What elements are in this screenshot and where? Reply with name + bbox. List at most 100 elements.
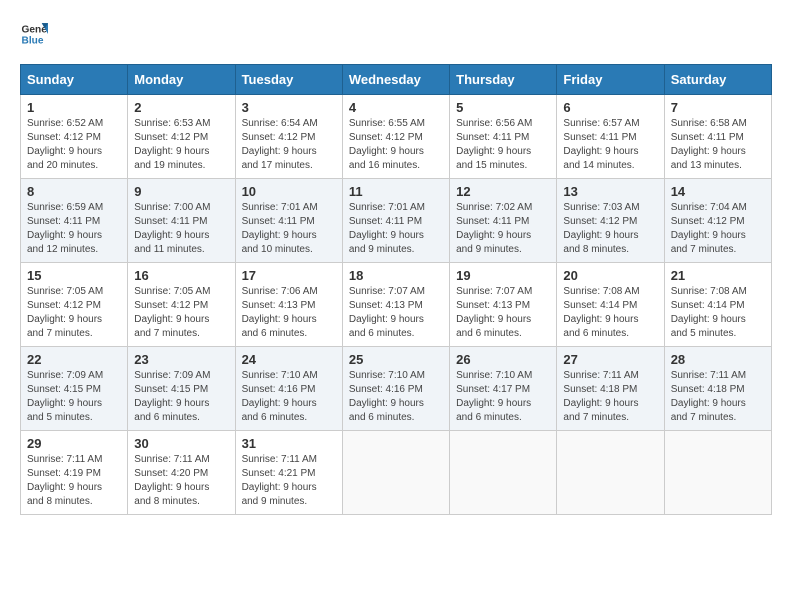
day-number: 20 (563, 268, 657, 283)
day-info: Sunrise: 7:07 AMSunset: 4:13 PMDaylight:… (456, 286, 532, 339)
calendar-cell: 22 Sunrise: 7:09 AMSunset: 4:15 PMDaylig… (21, 347, 128, 431)
calendar-cell: 31 Sunrise: 7:11 AMSunset: 4:21 PMDaylig… (235, 431, 342, 515)
week-row-5: 29 Sunrise: 7:11 AMSunset: 4:19 PMDaylig… (21, 431, 772, 515)
day-info: Sunrise: 6:53 AMSunset: 4:12 PMDaylight:… (134, 118, 210, 171)
day-number: 18 (349, 268, 443, 283)
day-number: 5 (456, 100, 550, 115)
day-info: Sunrise: 7:03 AMSunset: 4:12 PMDaylight:… (563, 202, 639, 255)
calendar-cell: 9 Sunrise: 7:00 AMSunset: 4:11 PMDayligh… (128, 179, 235, 263)
day-info: Sunrise: 7:05 AMSunset: 4:12 PMDaylight:… (27, 286, 103, 339)
calendar-cell: 3 Sunrise: 6:54 AMSunset: 4:12 PMDayligh… (235, 95, 342, 179)
day-info: Sunrise: 7:05 AMSunset: 4:12 PMDaylight:… (134, 286, 210, 339)
day-info: Sunrise: 7:04 AMSunset: 4:12 PMDaylight:… (671, 202, 747, 255)
day-number: 24 (242, 352, 336, 367)
calendar-cell: 6 Sunrise: 6:57 AMSunset: 4:11 PMDayligh… (557, 95, 664, 179)
day-info: Sunrise: 7:11 AMSunset: 4:20 PMDaylight:… (134, 454, 209, 507)
logo-icon: General Blue (20, 20, 48, 48)
day-number: 27 (563, 352, 657, 367)
calendar-cell: 8 Sunrise: 6:59 AMSunset: 4:11 PMDayligh… (21, 179, 128, 263)
calendar-cell: 18 Sunrise: 7:07 AMSunset: 4:13 PMDaylig… (342, 263, 449, 347)
calendar-cell: 1 Sunrise: 6:52 AMSunset: 4:12 PMDayligh… (21, 95, 128, 179)
week-row-2: 8 Sunrise: 6:59 AMSunset: 4:11 PMDayligh… (21, 179, 772, 263)
day-info: Sunrise: 7:07 AMSunset: 4:13 PMDaylight:… (349, 286, 425, 339)
day-number: 4 (349, 100, 443, 115)
calendar-cell: 14 Sunrise: 7:04 AMSunset: 4:12 PMDaylig… (664, 179, 771, 263)
calendar-cell: 17 Sunrise: 7:06 AMSunset: 4:13 PMDaylig… (235, 263, 342, 347)
calendar-cell: 20 Sunrise: 7:08 AMSunset: 4:14 PMDaylig… (557, 263, 664, 347)
day-number: 6 (563, 100, 657, 115)
day-number: 16 (134, 268, 228, 283)
calendar-cell: 21 Sunrise: 7:08 AMSunset: 4:14 PMDaylig… (664, 263, 771, 347)
logo: General Blue (20, 20, 48, 48)
day-info: Sunrise: 6:58 AMSunset: 4:11 PMDaylight:… (671, 118, 747, 171)
calendar-cell: 10 Sunrise: 7:01 AMSunset: 4:11 PMDaylig… (235, 179, 342, 263)
svg-text:Blue: Blue (22, 35, 44, 46)
calendar-cell: 11 Sunrise: 7:01 AMSunset: 4:11 PMDaylig… (342, 179, 449, 263)
day-number: 8 (27, 184, 121, 199)
calendar-cell: 19 Sunrise: 7:07 AMSunset: 4:13 PMDaylig… (450, 263, 557, 347)
calendar-cell: 13 Sunrise: 7:03 AMSunset: 4:12 PMDaylig… (557, 179, 664, 263)
day-number: 22 (27, 352, 121, 367)
day-info: Sunrise: 6:59 AMSunset: 4:11 PMDaylight:… (27, 202, 103, 255)
day-number: 30 (134, 436, 228, 451)
day-number: 26 (456, 352, 550, 367)
day-number: 28 (671, 352, 765, 367)
calendar-cell: 16 Sunrise: 7:05 AMSunset: 4:12 PMDaylig… (128, 263, 235, 347)
day-number: 14 (671, 184, 765, 199)
day-info: Sunrise: 7:00 AMSunset: 4:11 PMDaylight:… (134, 202, 210, 255)
day-info: Sunrise: 7:10 AMSunset: 4:16 PMDaylight:… (349, 370, 425, 423)
day-number: 15 (27, 268, 121, 283)
day-info: Sunrise: 6:56 AMSunset: 4:11 PMDaylight:… (456, 118, 532, 171)
day-info: Sunrise: 7:02 AMSunset: 4:11 PMDaylight:… (456, 202, 532, 255)
day-info: Sunrise: 7:11 AMSunset: 4:21 PMDaylight:… (242, 454, 317, 507)
day-info: Sunrise: 7:10 AMSunset: 4:17 PMDaylight:… (456, 370, 532, 423)
calendar-cell: 27 Sunrise: 7:11 AMSunset: 4:18 PMDaylig… (557, 347, 664, 431)
day-info: Sunrise: 7:09 AMSunset: 4:15 PMDaylight:… (134, 370, 210, 423)
day-header-wednesday: Wednesday (342, 65, 449, 95)
day-info: Sunrise: 6:54 AMSunset: 4:12 PMDaylight:… (242, 118, 318, 171)
day-header-friday: Friday (557, 65, 664, 95)
day-number: 7 (671, 100, 765, 115)
day-number: 23 (134, 352, 228, 367)
day-info: Sunrise: 6:52 AMSunset: 4:12 PMDaylight:… (27, 118, 103, 171)
calendar-cell (450, 431, 557, 515)
day-number: 9 (134, 184, 228, 199)
week-row-3: 15 Sunrise: 7:05 AMSunset: 4:12 PMDaylig… (21, 263, 772, 347)
day-number: 2 (134, 100, 228, 115)
day-info: Sunrise: 7:11 AMSunset: 4:18 PMDaylight:… (671, 370, 746, 423)
day-info: Sunrise: 7:08 AMSunset: 4:14 PMDaylight:… (563, 286, 639, 339)
calendar-header-row: SundayMondayTuesdayWednesdayThursdayFrid… (21, 65, 772, 95)
day-info: Sunrise: 7:08 AMSunset: 4:14 PMDaylight:… (671, 286, 747, 339)
day-info: Sunrise: 6:57 AMSunset: 4:11 PMDaylight:… (563, 118, 639, 171)
day-number: 31 (242, 436, 336, 451)
calendar-cell: 7 Sunrise: 6:58 AMSunset: 4:11 PMDayligh… (664, 95, 771, 179)
calendar-cell: 24 Sunrise: 7:10 AMSunset: 4:16 PMDaylig… (235, 347, 342, 431)
day-header-monday: Monday (128, 65, 235, 95)
day-number: 10 (242, 184, 336, 199)
day-number: 12 (456, 184, 550, 199)
calendar-cell: 12 Sunrise: 7:02 AMSunset: 4:11 PMDaylig… (450, 179, 557, 263)
calendar-cell: 23 Sunrise: 7:09 AMSunset: 4:15 PMDaylig… (128, 347, 235, 431)
day-header-tuesday: Tuesday (235, 65, 342, 95)
day-number: 13 (563, 184, 657, 199)
day-number: 19 (456, 268, 550, 283)
header: General Blue (20, 20, 772, 48)
day-number: 25 (349, 352, 443, 367)
calendar-cell: 5 Sunrise: 6:56 AMSunset: 4:11 PMDayligh… (450, 95, 557, 179)
calendar-cell: 26 Sunrise: 7:10 AMSunset: 4:17 PMDaylig… (450, 347, 557, 431)
day-info: Sunrise: 7:09 AMSunset: 4:15 PMDaylight:… (27, 370, 103, 423)
calendar-cell (664, 431, 771, 515)
day-number: 17 (242, 268, 336, 283)
day-info: Sunrise: 6:55 AMSunset: 4:12 PMDaylight:… (349, 118, 425, 171)
week-row-1: 1 Sunrise: 6:52 AMSunset: 4:12 PMDayligh… (21, 95, 772, 179)
day-info: Sunrise: 7:01 AMSunset: 4:11 PMDaylight:… (242, 202, 318, 255)
day-info: Sunrise: 7:01 AMSunset: 4:11 PMDaylight:… (349, 202, 425, 255)
day-info: Sunrise: 7:10 AMSunset: 4:16 PMDaylight:… (242, 370, 318, 423)
day-number: 3 (242, 100, 336, 115)
calendar-cell: 29 Sunrise: 7:11 AMSunset: 4:19 PMDaylig… (21, 431, 128, 515)
day-number: 29 (27, 436, 121, 451)
day-info: Sunrise: 7:11 AMSunset: 4:18 PMDaylight:… (563, 370, 638, 423)
week-row-4: 22 Sunrise: 7:09 AMSunset: 4:15 PMDaylig… (21, 347, 772, 431)
calendar-cell: 30 Sunrise: 7:11 AMSunset: 4:20 PMDaylig… (128, 431, 235, 515)
day-number: 21 (671, 268, 765, 283)
